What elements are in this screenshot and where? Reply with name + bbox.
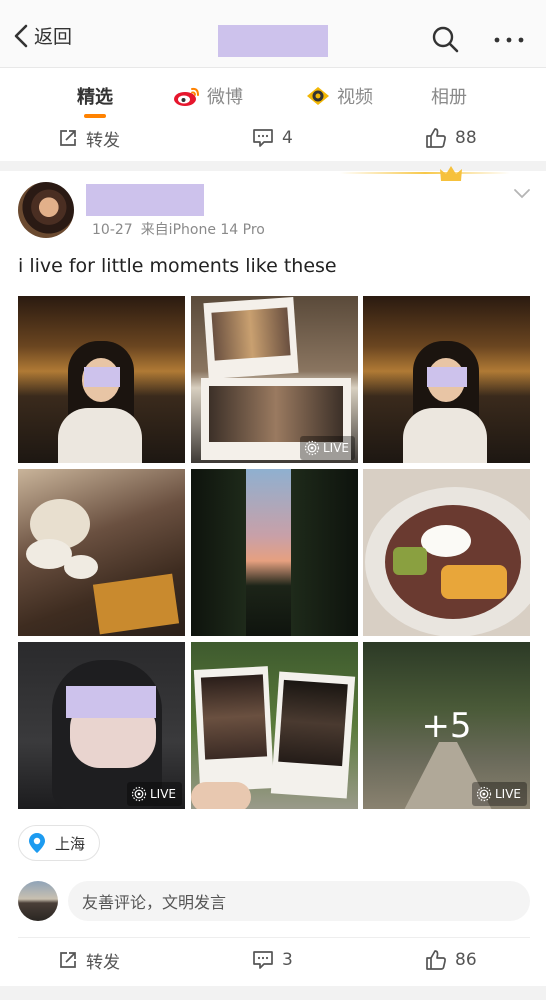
live-label: LIVE xyxy=(494,787,521,801)
live-badge: LIVE xyxy=(299,436,355,460)
live-badge: LIVE xyxy=(126,782,182,806)
live-icon xyxy=(131,786,147,802)
photo-grid: LIVE LIVE +5 LIVE xyxy=(18,296,530,809)
repost-icon xyxy=(60,952,76,968)
repost-button[interactable]: 转发 xyxy=(58,948,120,973)
redacted-username[interactable] xyxy=(86,184,204,216)
live-icon xyxy=(304,440,320,456)
crown-icon xyxy=(440,166,462,181)
tab-video[interactable]: 视频 xyxy=(305,83,373,109)
tab-featured[interactable]: 精选 xyxy=(77,83,113,118)
live-badge: LIVE xyxy=(471,782,527,806)
profile-tabs: 精选 微博 视频 相册 xyxy=(0,69,546,119)
back-button[interactable]: 返回 xyxy=(12,22,72,49)
photo-7[interactable]: LIVE xyxy=(18,642,185,809)
tab-label: 微博 xyxy=(207,87,243,108)
video-icon xyxy=(307,87,329,105)
redacted-face xyxy=(84,367,120,387)
photo-8[interactable] xyxy=(191,642,358,809)
thumbs-up-icon xyxy=(426,128,446,148)
repost-label: 转发 xyxy=(86,952,120,973)
live-icon xyxy=(476,786,492,802)
redacted-face xyxy=(66,686,156,718)
comment-button[interactable]: 3 xyxy=(252,950,293,970)
redacted-face xyxy=(427,367,467,387)
photo-3[interactable] xyxy=(363,296,530,463)
like-button[interactable]: 88 xyxy=(425,127,477,149)
tab-album[interactable]: 相册 xyxy=(431,83,467,109)
avatar[interactable] xyxy=(18,182,74,238)
back-label: 返回 xyxy=(34,26,73,48)
redacted-title xyxy=(218,25,328,57)
more-photos-count: +5 xyxy=(421,705,472,746)
live-label: LIVE xyxy=(322,441,349,455)
post-date: 10-27 xyxy=(92,222,133,238)
decorative-line xyxy=(340,172,510,174)
section-divider xyxy=(0,161,546,171)
like-count: 86 xyxy=(455,950,477,970)
comment-count: 4 xyxy=(282,128,293,148)
like-button[interactable]: 86 xyxy=(425,949,477,971)
location-tag[interactable]: 上海 xyxy=(18,825,101,861)
comment-input[interactable]: 友善评论，文明发言 xyxy=(68,881,530,921)
thumbs-up-icon xyxy=(426,950,446,970)
tab-label: 相册 xyxy=(431,87,467,108)
weibo-icon xyxy=(174,87,199,106)
location-label: 上海 xyxy=(55,834,86,853)
post-meta: 10-27 来自iPhone 14 Pro xyxy=(92,219,273,239)
photo-1[interactable] xyxy=(18,296,185,463)
tab-label: 视频 xyxy=(337,87,373,108)
photo-9[interactable]: +5 LIVE xyxy=(363,642,530,809)
comment-icon xyxy=(253,951,273,969)
post-actions: 转发 3 86 xyxy=(0,940,546,980)
photo-6[interactable] xyxy=(363,469,530,636)
commenter-avatar xyxy=(18,881,58,921)
photo-4[interactable] xyxy=(18,469,185,636)
search-icon[interactable] xyxy=(430,24,460,54)
post-text: i live for little moments like these xyxy=(18,255,337,277)
chevron-down-icon[interactable] xyxy=(512,186,532,200)
live-label: LIVE xyxy=(149,787,176,801)
repost-button[interactable]: 转发 xyxy=(58,126,120,151)
repost-label: 转发 xyxy=(86,130,120,151)
comment-icon xyxy=(253,129,273,147)
comment-count: 3 xyxy=(282,950,293,970)
repost-icon xyxy=(60,130,76,146)
tab-label: 精选 xyxy=(77,87,113,108)
divider xyxy=(18,937,530,938)
location-pin-icon xyxy=(29,833,45,853)
like-count: 88 xyxy=(455,128,477,148)
previous-post-actions: 转发 4 88 xyxy=(0,118,546,158)
bottom-divider xyxy=(0,986,546,1000)
comment-placeholder: 友善评论，文明发言 xyxy=(82,893,227,912)
top-nav-bar: 返回 xyxy=(0,0,546,68)
tab-weibo[interactable]: 微博 xyxy=(173,83,243,109)
comment-button[interactable]: 4 xyxy=(252,128,293,148)
chevron-left-icon xyxy=(14,24,28,47)
photo-2[interactable]: LIVE xyxy=(191,296,358,463)
post-source: 来自iPhone 14 Pro xyxy=(140,222,265,238)
more-options-icon[interactable] xyxy=(492,28,526,52)
photo-5[interactable] xyxy=(191,469,358,636)
